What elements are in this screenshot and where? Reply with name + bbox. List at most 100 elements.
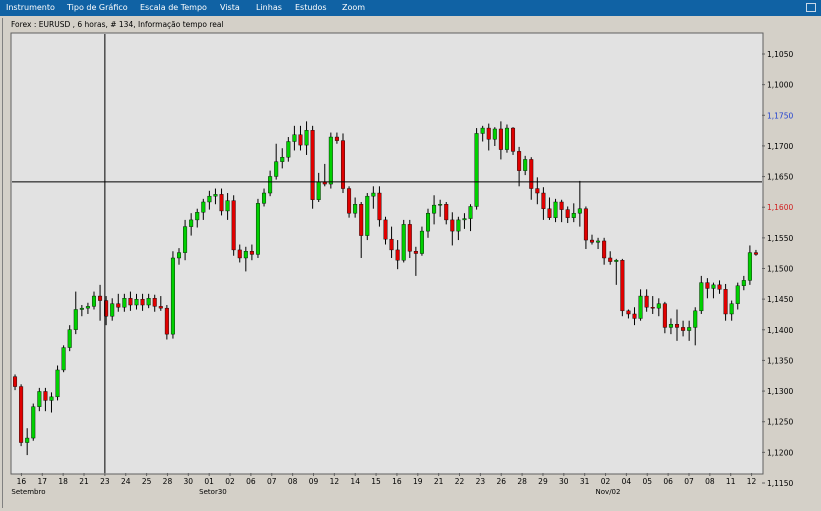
x-tick-label: 16 bbox=[17, 477, 27, 486]
candle-body bbox=[347, 188, 352, 214]
x-tick-label: 08 bbox=[288, 477, 298, 486]
menu-instrumento[interactable]: Instrumento bbox=[6, 0, 55, 16]
candle-body bbox=[383, 219, 388, 240]
candle-body bbox=[523, 159, 528, 171]
candle-body bbox=[304, 130, 309, 146]
menu-linhas[interactable]: Linhas bbox=[256, 0, 282, 16]
price-chart[interactable]: Forex : EURUSD , 6 horas, # 134, Informa… bbox=[0, 16, 821, 511]
y-tick-label: 1,1050 bbox=[767, 50, 793, 59]
x-tick-label: 23 bbox=[100, 477, 110, 486]
candle-body bbox=[571, 212, 576, 218]
x-tick-label: 31 bbox=[580, 477, 590, 486]
candle-body bbox=[747, 252, 752, 281]
candle bbox=[347, 186, 352, 218]
candle-body bbox=[559, 201, 564, 210]
candle-body bbox=[158, 306, 163, 309]
candle-body bbox=[152, 298, 157, 307]
x-tick-label: 12 bbox=[747, 477, 757, 486]
x-tick-label: 19 bbox=[413, 477, 423, 486]
candle-body bbox=[61, 347, 66, 371]
x-tick-label: 01 bbox=[204, 477, 214, 486]
candle-body bbox=[328, 136, 333, 185]
candle-body bbox=[37, 391, 42, 407]
candle-body bbox=[219, 194, 224, 212]
candle-body bbox=[195, 212, 200, 221]
x-tick-label: 25 bbox=[142, 477, 152, 486]
candle-body bbox=[553, 201, 558, 218]
candle-body bbox=[565, 209, 570, 218]
candle-body bbox=[511, 127, 516, 152]
candle-body bbox=[699, 282, 704, 312]
x-tick-label: 17 bbox=[38, 477, 48, 486]
candle-body bbox=[116, 303, 121, 308]
candle-body bbox=[693, 310, 698, 328]
candle-body bbox=[468, 206, 473, 219]
x-tick-label: 21 bbox=[79, 477, 89, 486]
candle-body bbox=[316, 181, 321, 200]
y-tick-label: 1,1300 bbox=[767, 387, 793, 396]
candle-body bbox=[274, 161, 279, 177]
x-tick-label: 14 bbox=[350, 477, 360, 486]
candle-body bbox=[49, 396, 54, 401]
candle-body bbox=[614, 260, 619, 262]
candle-body bbox=[353, 204, 358, 214]
candle-body bbox=[711, 284, 716, 289]
candle-body bbox=[128, 298, 133, 306]
candle bbox=[419, 226, 424, 256]
candle-body bbox=[705, 282, 710, 289]
candle-body bbox=[79, 307, 84, 310]
candle-body bbox=[98, 295, 103, 301]
candle-body bbox=[170, 257, 175, 335]
menu-bar: Instrumento Tipo de Gráfico Escala de Te… bbox=[0, 0, 821, 16]
candle-body bbox=[213, 194, 218, 197]
candle-body bbox=[292, 134, 297, 142]
candle-body bbox=[237, 249, 242, 259]
x-tick-label: 21 bbox=[434, 477, 444, 486]
candle bbox=[31, 403, 36, 441]
y-tick-label: 1,1450 bbox=[767, 295, 793, 304]
candle-body bbox=[110, 303, 115, 317]
candle-body bbox=[462, 218, 467, 221]
menu-vista[interactable]: Vista bbox=[220, 0, 240, 16]
candle bbox=[19, 384, 24, 447]
x-tick-label: 30 bbox=[184, 477, 194, 486]
candle-body bbox=[450, 219, 455, 232]
candle-body bbox=[268, 176, 273, 194]
candle-body bbox=[681, 327, 686, 331]
candle-body bbox=[723, 289, 728, 315]
candle-body bbox=[456, 219, 461, 232]
candle-body bbox=[359, 204, 364, 236]
y-tick-label: 1,1150 bbox=[767, 479, 793, 488]
x-tick-label: 08 bbox=[705, 477, 715, 486]
x-tick-label: 30 bbox=[559, 477, 569, 486]
candle-body bbox=[504, 127, 509, 150]
candle-body bbox=[541, 192, 546, 209]
window-restore-button[interactable] bbox=[806, 3, 816, 12]
candle-body bbox=[255, 203, 260, 255]
candle-body bbox=[638, 295, 643, 319]
x-tick-label: 06 bbox=[246, 477, 256, 486]
y-tick-label: 1,1350 bbox=[767, 356, 793, 365]
candle-body bbox=[377, 192, 382, 221]
candle-body bbox=[401, 224, 406, 261]
candle-body bbox=[413, 251, 418, 254]
candle-body bbox=[334, 136, 339, 141]
candle-body bbox=[650, 307, 655, 309]
x-month-label: Setor30 bbox=[199, 488, 227, 496]
menu-tipo-de-grafico[interactable]: Tipo de Gráfico bbox=[67, 0, 128, 16]
candle-body bbox=[395, 249, 400, 261]
menu-estudos[interactable]: Estudos bbox=[295, 0, 327, 16]
x-tick-label: 07 bbox=[267, 477, 277, 486]
candle-body bbox=[73, 309, 78, 330]
menu-escala-de-tempo[interactable]: Escala de Tempo bbox=[140, 0, 207, 16]
plot-area[interactable] bbox=[10, 32, 764, 475]
menu-zoom[interactable]: Zoom bbox=[342, 0, 365, 16]
candle-body bbox=[298, 134, 303, 146]
x-tick-label: 29 bbox=[538, 477, 548, 486]
x-tick-label: 16 bbox=[392, 477, 402, 486]
candle-body bbox=[517, 151, 522, 171]
candle-body bbox=[656, 303, 661, 309]
candle-body bbox=[164, 307, 169, 335]
y-axis: 1,1050 1,1000 1,1750 1,1700 1,1650 1,1600 1,15… bbox=[762, 50, 793, 488]
candle-body bbox=[201, 201, 206, 213]
